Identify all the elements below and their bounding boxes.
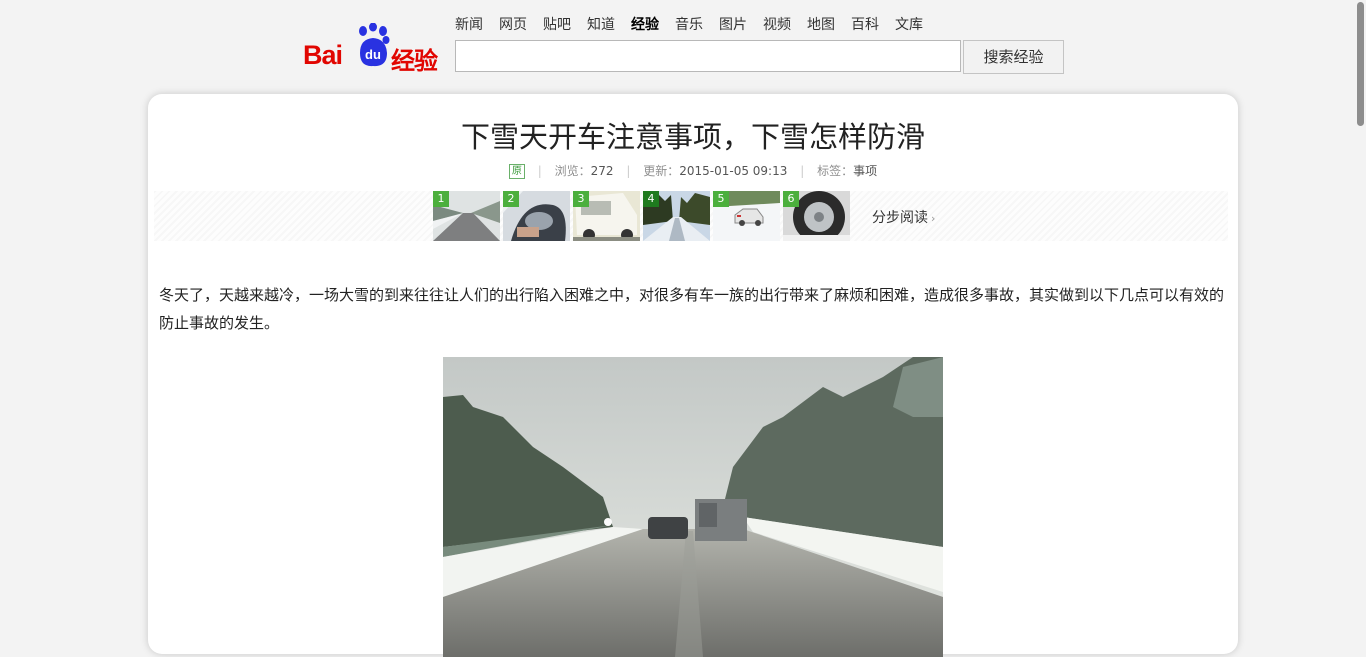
step-read-link[interactable]: 分步阅读 › [872, 207, 935, 227]
baidu-jingyan-logo[interactable]: Bai du 经验 [303, 22, 443, 75]
step-thumb-3[interactable]: 3 [573, 191, 640, 241]
chevron-right-icon: › [931, 212, 936, 225]
logo-du-text: du [365, 47, 381, 62]
step-thumb-6[interactable]: 6 [783, 191, 850, 241]
paw-logo-icon: du [359, 23, 390, 67]
step-number: 3 [573, 191, 589, 207]
snowy-highway-photo-icon [443, 357, 943, 657]
views-label: 浏览： [554, 164, 591, 178]
step-number: 5 [713, 191, 729, 207]
views-count: 272 [590, 164, 614, 178]
step-thumb-4[interactable]: 4 [643, 191, 710, 241]
meta-divider: | [626, 164, 631, 178]
nav-music[interactable]: 音乐 [675, 14, 703, 34]
article-intro: 冬天了，天越来越冷，一场大雪的到来往往让人们的出行陷入困难之中，对很多有车一族的… [159, 286, 1225, 332]
nav-baike[interactable]: 百科 [851, 14, 879, 34]
top-nav: 新闻 网页 贴吧 知道 经验 音乐 图片 视频 地图 百科 文库 [455, 14, 939, 34]
page-scrollbar[interactable] [1357, 2, 1364, 126]
nav-wenku[interactable]: 文库 [895, 14, 923, 34]
step-number: 4 [643, 191, 659, 207]
meta-divider: | [537, 164, 542, 178]
nav-images[interactable]: 图片 [719, 14, 747, 34]
nav-jingyan[interactable]: 经验 [631, 14, 659, 34]
meta-divider: | [800, 164, 805, 178]
step-number: 2 [503, 191, 519, 207]
nav-news[interactable]: 新闻 [455, 14, 483, 34]
article-card: 下雪天开车注意事项，下雪怎样防滑 原 | 浏览：272 | 更新：2015-01… [148, 94, 1238, 657]
tags-label: 标签： [817, 164, 854, 178]
nav-web[interactable]: 网页 [499, 14, 527, 34]
article-title: 下雪天开车注意事项，下雪怎样防滑 [460, 120, 925, 154]
search-input[interactable] [455, 40, 961, 72]
nav-video[interactable]: 视频 [763, 14, 791, 34]
nav-tieba[interactable]: 贴吧 [543, 14, 571, 34]
nav-map[interactable]: 地图 [807, 14, 835, 34]
updated-label: 更新： [643, 164, 680, 178]
article-meta: 原 | 浏览：272 | 更新：2015-01-05 09:13 | 标签：事项 [148, 162, 1238, 179]
step-thumb-1[interactable]: 1 [433, 191, 500, 241]
step-number: 6 [783, 191, 799, 207]
nav-zhidao[interactable]: 知道 [587, 14, 615, 34]
logo-jingyan-text: 经验 [391, 47, 438, 75]
logo-bai-text: Bai [303, 40, 343, 70]
original-badge: 原 [508, 164, 525, 179]
article-photo [443, 357, 943, 657]
step-number: 1 [433, 191, 449, 207]
updated-date: 2015-01-05 09:13 [679, 164, 788, 178]
search-button[interactable]: 搜索经验 [963, 40, 1064, 74]
step-thumb-5[interactable]: 5 [713, 191, 780, 241]
step-thumb-2[interactable]: 2 [503, 191, 570, 241]
tag-link[interactable]: 事项 [853, 164, 877, 178]
step-read-label: 分步阅读 [872, 210, 928, 226]
